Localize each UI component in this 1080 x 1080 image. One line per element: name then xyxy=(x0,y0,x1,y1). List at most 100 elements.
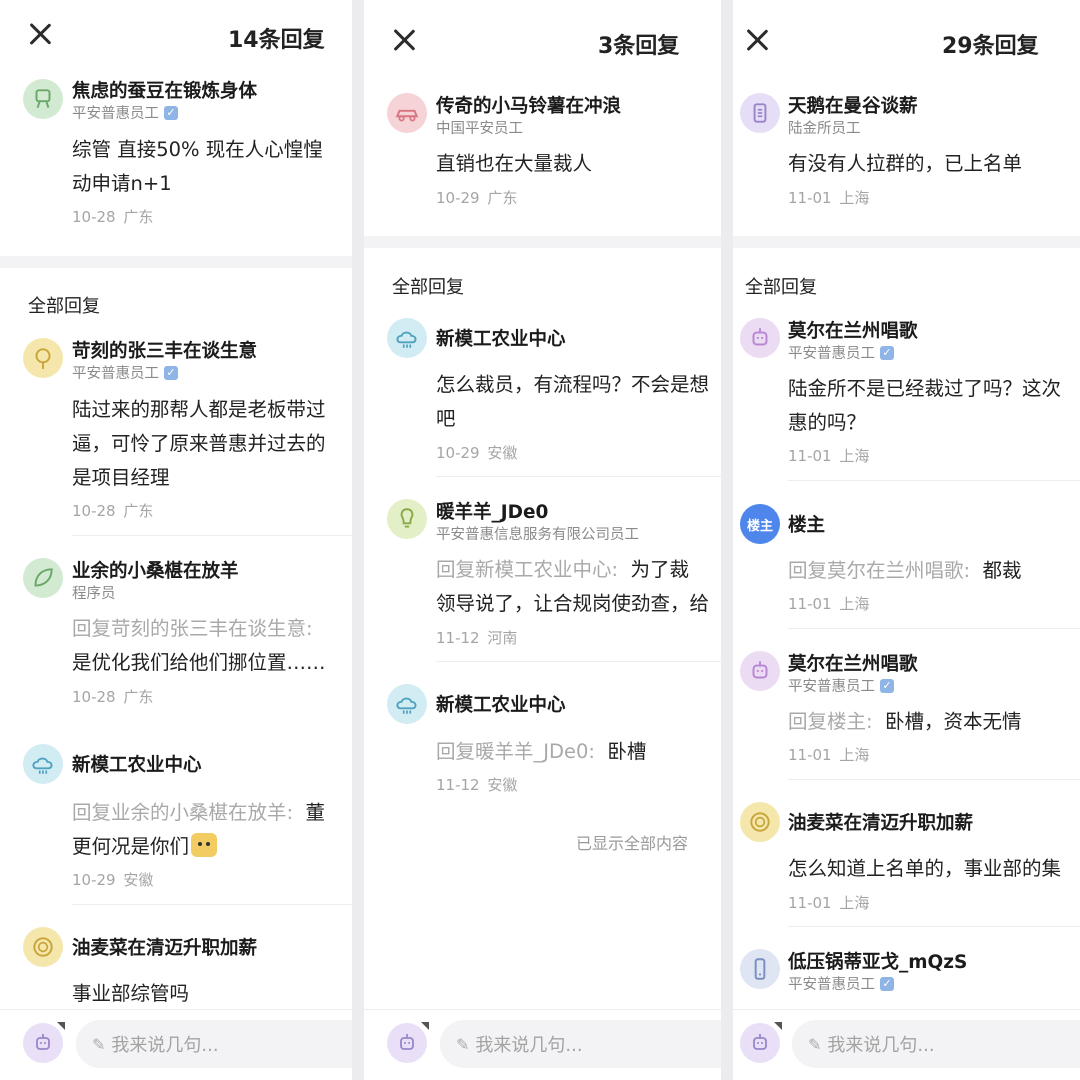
author-name[interactable]: 传奇的小马铃薯在冲浪 xyxy=(436,92,621,118)
comment-input[interactable]: ✎ 我来说几句... xyxy=(440,1020,721,1068)
reply-author-name[interactable]: 油麦菜在清迈升职加薪 xyxy=(72,934,257,960)
avatar[interactable] xyxy=(23,79,63,119)
comment-input-bar: ✎ 我来说几句... xyxy=(0,1009,352,1080)
avatar[interactable] xyxy=(740,802,780,842)
reply-divider xyxy=(788,480,1080,481)
avatar[interactable] xyxy=(387,93,427,133)
reply-author-name[interactable]: 低压锅蒂亚戈_mQzS xyxy=(788,948,967,974)
comment-panel-2: 3条回复 传奇的小马铃薯在冲浪 中国平安员工 直销也在大量裁人 10-29 广东… xyxy=(364,0,721,1080)
reply-meta: 10-29 安徽 xyxy=(436,444,518,462)
close-icon[interactable] xyxy=(386,22,422,58)
comment-input-bar: ✎ 我来说几句... xyxy=(364,1009,721,1080)
comment-input[interactable]: ✎ 我来说几句... xyxy=(76,1020,352,1068)
my-avatar[interactable] xyxy=(23,1022,65,1063)
corner-marker-icon xyxy=(57,1022,65,1030)
reply-text: 事业部综管吗 xyxy=(72,982,190,1005)
reply-text: 陆金所不是已经裁过了吗？这次 惠的吗？ xyxy=(788,377,1062,434)
verified-icon: ✓ xyxy=(880,345,894,360)
emoji-icon xyxy=(191,833,218,857)
avatar[interactable] xyxy=(740,93,780,133)
comment-input[interactable]: ✎ 我来说几句... xyxy=(792,1020,1080,1068)
reply-text: 回复苛刻的张三丰在谈生意: 是优化我们给他们挪位置…… xyxy=(72,617,326,674)
reply-divider xyxy=(72,904,352,905)
reply-author-name[interactable]: 业余的小桑椹在放羊 xyxy=(72,557,239,583)
reply-meta: 10-28 广东 xyxy=(72,502,154,520)
comment-meta: 10-28 广东 xyxy=(72,208,154,226)
reply-text: 回复新模工农业中心: 为了裁 领导说了，让合规岗使劲查，给 xyxy=(436,558,710,615)
reply-to-label[interactable]: 回复苛刻的张三丰在谈生意: xyxy=(72,617,313,640)
verified-icon: ✓ xyxy=(880,976,894,991)
panel-header: 3条回复 xyxy=(364,0,721,76)
reply-author-name[interactable]: 新模工农业中心 xyxy=(436,691,566,717)
author-name[interactable]: 焦虑的蚕豆在锻炼身体 xyxy=(72,77,257,103)
reply-author-role: 程序员 xyxy=(72,586,116,602)
reply-author-name[interactable]: 新模工农业中心 xyxy=(72,751,202,777)
reply-author-name[interactable]: 莫尔在兰州唱歌 xyxy=(788,650,918,676)
comment-text: 直销也在大量裁人 xyxy=(436,152,593,175)
author-role: 陆金所员工 xyxy=(788,121,861,137)
reply-author-role: 平安普惠员工 ✓ xyxy=(788,342,894,363)
reply-author-role: 平安普惠信息服务有限公司员工 xyxy=(436,527,639,543)
avatar[interactable] xyxy=(387,499,427,539)
section-separator xyxy=(733,236,1080,248)
reply-text: 回复楼主: 卧槽，资本无情 xyxy=(788,710,1022,733)
avatar[interactable] xyxy=(740,318,780,358)
reply-divider xyxy=(72,535,352,536)
reply-meta: 10-28 广东 xyxy=(72,688,154,706)
reply-author-name[interactable]: 新模工农业中心 xyxy=(436,325,566,351)
reply-to-label[interactable]: 回复新模工农业中心: xyxy=(436,558,618,581)
panel-gutter xyxy=(352,0,364,1080)
reply-author-name[interactable]: 暖羊羊_JDe0 xyxy=(436,498,548,524)
pencil-icon: ✎ xyxy=(92,1034,106,1054)
close-icon[interactable] xyxy=(22,16,58,52)
robot-icon xyxy=(400,1034,414,1050)
avatar[interactable] xyxy=(23,338,63,378)
pencil-icon: ✎ xyxy=(456,1034,470,1054)
reply-author-name[interactable]: 油麦菜在清迈升职加薪 xyxy=(788,809,973,835)
comment-input-bar: ✎ 我来说几句... xyxy=(733,1009,1080,1080)
reply-author-name[interactable]: 莫尔在兰州唱歌 xyxy=(788,317,918,343)
reply-to-label[interactable]: 回复业余的小桑椹在放羊: xyxy=(72,801,293,824)
panel-gutter xyxy=(721,0,733,1080)
cloud-icon xyxy=(396,697,417,714)
comment-text: 综管 直接50% 现在人心惶惶 动申请n+1 xyxy=(72,138,323,195)
reply-text: 回复莫尔在兰州唱歌: 都裁 xyxy=(788,559,1022,582)
panel-header: 14条回复 xyxy=(0,0,352,76)
comment-meta: 10-29 广东 xyxy=(436,189,518,207)
avatar[interactable] xyxy=(23,927,63,967)
avatar[interactable] xyxy=(23,558,63,598)
reply-author-name[interactable]: 苛刻的张三丰在谈生意 xyxy=(72,337,257,363)
reply-to-label[interactable]: 回复莫尔在兰州唱歌: xyxy=(788,559,970,582)
my-avatar[interactable] xyxy=(740,1022,782,1063)
avatar[interactable] xyxy=(387,684,427,724)
reply-author-name[interactable]: 楼主 xyxy=(788,511,825,537)
bulb-icon xyxy=(400,508,414,528)
input-placeholder: 我来说几句... xyxy=(827,1035,935,1056)
reply-to-label[interactable]: 回复楼主: xyxy=(788,710,873,733)
verified-icon: ✓ xyxy=(164,105,178,120)
reply-divider xyxy=(788,926,1080,927)
avatar[interactable] xyxy=(740,651,780,691)
reply-to-label[interactable]: 回复暖羊羊_JDe0: xyxy=(436,740,595,763)
author-role: 平安普惠员工 ✓ xyxy=(72,102,178,123)
avatar[interactable] xyxy=(387,318,427,358)
robot-icon xyxy=(36,1034,50,1050)
toy-icon xyxy=(35,89,51,108)
pencil-icon: ✎ xyxy=(808,1034,822,1054)
verified-icon: ✓ xyxy=(880,678,894,693)
robot-icon xyxy=(752,661,768,679)
avatar[interactable] xyxy=(740,949,780,989)
reply-author-role: 平安普惠员工 ✓ xyxy=(788,675,894,696)
lion-icon xyxy=(33,937,53,957)
author-name[interactable]: 天鹅在曼谷谈薪 xyxy=(788,92,918,118)
reply-meta: 11-01 上海 xyxy=(788,447,870,465)
lion-icon xyxy=(750,812,770,832)
reply-meta: 11-01 上海 xyxy=(788,894,870,912)
reply-text: 回复业余的小桑椹在放羊: 董 更何况是你们 xyxy=(72,801,325,858)
close-icon[interactable] xyxy=(739,22,775,58)
my-avatar[interactable] xyxy=(387,1022,429,1063)
all-shown-label: 已显示全部内容 xyxy=(576,834,689,853)
comment-panel-3: 29条回复 天鹅在曼谷谈薪 陆金所员工 有没有人拉群的，已上名单 11-01 上… xyxy=(733,0,1080,1080)
op-avatar[interactable]: 楼主 xyxy=(740,504,780,544)
avatar[interactable] xyxy=(23,744,63,784)
